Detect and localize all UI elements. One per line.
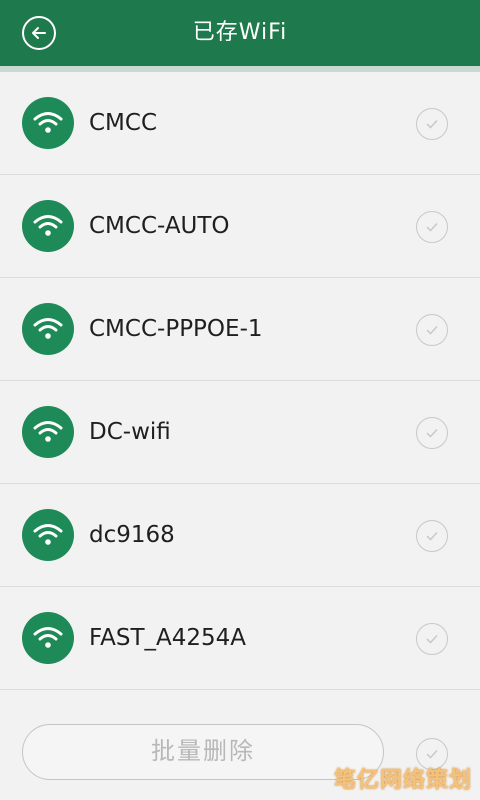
wifi-ssid: FAST_A4254A bbox=[89, 625, 247, 651]
wifi-list-item[interactable]: CMCC-AUTO bbox=[0, 175, 480, 278]
wifi-list-item[interactable]: CMCC-PPPOE-1 bbox=[0, 278, 480, 381]
wifi-list-item[interactable]: DC-wifi bbox=[0, 381, 480, 484]
select-checkbox[interactable] bbox=[416, 211, 448, 243]
check-icon bbox=[426, 325, 438, 335]
wifi-icon bbox=[22, 509, 74, 561]
select-checkbox[interactable] bbox=[416, 520, 448, 552]
select-checkbox[interactable] bbox=[416, 314, 448, 346]
check-icon bbox=[426, 531, 438, 541]
wifi-ssid: CMCC-PPPOE-1 bbox=[89, 316, 263, 342]
wifi-icon bbox=[22, 303, 74, 355]
check-icon bbox=[426, 634, 438, 644]
wifi-ssid: CMCC-AUTO bbox=[89, 213, 230, 239]
check-icon bbox=[426, 428, 438, 438]
wifi-ssid: DC-wifi bbox=[89, 419, 171, 445]
wifi-ssid: dc9168 bbox=[89, 522, 175, 548]
wifi-ssid: CMCC bbox=[89, 110, 158, 136]
wifi-icon bbox=[22, 612, 74, 664]
header-bar: 已存WiFi bbox=[0, 0, 480, 66]
select-checkbox[interactable] bbox=[416, 623, 448, 655]
select-checkbox[interactable] bbox=[416, 417, 448, 449]
page-title: 已存WiFi bbox=[192, 20, 288, 45]
select-checkbox[interactable] bbox=[416, 108, 448, 140]
check-icon bbox=[426, 222, 438, 232]
wifi-icon bbox=[22, 97, 74, 149]
wifi-icon bbox=[22, 406, 74, 458]
check-icon bbox=[426, 749, 438, 759]
saved-wifi-list: CMCC CMCC-AUTO CMCC-PPPOE-1 DC-wifi dc91… bbox=[0, 72, 480, 690]
wifi-list-item[interactable]: dc9168 bbox=[0, 484, 480, 587]
wifi-list-item[interactable]: CMCC bbox=[0, 72, 480, 175]
check-icon bbox=[426, 119, 438, 129]
wifi-list-item[interactable]: FAST_A4254A bbox=[0, 587, 480, 690]
watermark: 笔亿网络策划 bbox=[333, 768, 472, 793]
batch-delete-button[interactable]: 批量删除 bbox=[22, 724, 384, 780]
wifi-icon bbox=[22, 200, 74, 252]
